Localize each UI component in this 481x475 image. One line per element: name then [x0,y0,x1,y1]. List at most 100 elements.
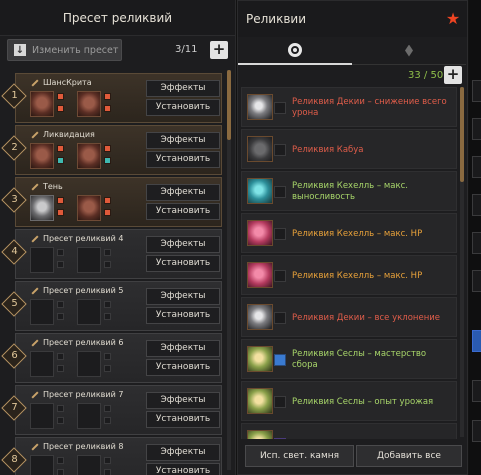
relic-slot[interactable] [30,247,54,273]
relic-list-item[interactable]: Реликвия Декии – все уклонение [241,297,457,337]
relic-slot[interactable] [30,195,54,221]
gem-slot[interactable] [104,197,111,204]
use-light-stone-button[interactable]: Исп. свет. камня [245,445,354,467]
relic-name: Реликвия Сеслы – опыт урожая [292,396,434,407]
gem-slot[interactable] [104,209,111,216]
install-button[interactable]: Установить [146,203,220,220]
preset-name[interactable]: Пресет реликвий 4 [31,234,123,243]
preset-number: 5 [11,298,18,309]
gem-slot[interactable] [104,145,111,152]
relic-slot[interactable] [77,351,101,377]
relic-list-item[interactable]: Реликвия Сеслы – мастерство сбора [241,339,457,379]
relic-slot[interactable] [77,403,101,429]
gem-slot[interactable] [57,145,64,152]
relic-list-item[interactable]: Реликвия Сеслы – опыт урожая [241,381,457,421]
gem-slot[interactable] [57,457,64,464]
add-relic-button[interactable]: + [444,66,462,84]
install-button[interactable]: Установить [146,307,220,324]
relic-slot[interactable] [77,299,101,325]
gem-slot[interactable] [104,457,111,464]
gem-slot[interactable] [57,105,64,112]
preset-name[interactable]: Пресет реликвий 8 [31,442,123,451]
edit-preset-button[interactable]: ↓ Изменить пресет [7,39,122,61]
relic-slot[interactable] [77,195,101,221]
add-all-button[interactable]: Добавить все [356,445,462,467]
gem-slot[interactable] [57,313,64,320]
gem-slot[interactable] [104,261,111,268]
preset-name[interactable]: Пресет реликвий 7 [31,390,123,399]
gem-slot[interactable] [104,353,111,360]
gem-slot[interactable] [104,249,111,256]
relic-slot[interactable] [30,455,54,475]
install-button[interactable]: Установить [146,411,220,428]
relic-slot[interactable] [30,403,54,429]
gem-slot[interactable] [57,301,64,308]
gem-slot[interactable] [104,365,111,372]
gem-slot[interactable] [57,261,64,268]
gem-slot[interactable] [104,105,111,112]
gem-slot[interactable] [57,469,64,475]
preset-name[interactable]: Тень [31,182,63,191]
relic-slot[interactable] [30,91,54,117]
relic-slot[interactable] [77,247,101,273]
star-icon[interactable]: ★ [445,11,461,27]
scrollbar-thumb[interactable] [460,87,464,182]
relic-slot[interactable] [77,91,101,117]
relic-slot[interactable] [30,299,54,325]
preset-name[interactable]: Пресет реликвий 5 [31,286,123,295]
effects-button[interactable]: Эффекты [146,444,220,461]
preset-name[interactable]: Пресет реликвий 6 [31,338,123,347]
relic-slot[interactable] [77,143,101,169]
relic-socket [274,102,286,114]
pencil-icon [31,234,39,243]
relic-slot[interactable] [30,351,54,377]
preset-name[interactable]: Ликвидация [31,130,95,139]
gem-slot[interactable] [104,417,111,424]
install-button[interactable]: Установить [146,359,220,376]
effects-button[interactable]: Эффекты [146,80,220,97]
effects-button[interactable]: Эффекты [146,288,220,305]
add-preset-button[interactable]: + [210,41,228,59]
relic-slot[interactable] [30,143,54,169]
relic-icon [247,136,273,162]
effects-button[interactable]: Эффекты [146,132,220,149]
relic-list-item[interactable]: Реликвия Кехелль – макс. выносливость [241,171,457,211]
relic-list-item[interactable]: Реликвия Кабуа [241,129,457,169]
preset-name[interactable]: ШансКрита [31,78,92,87]
gem-slot[interactable] [57,365,64,372]
gem-slot[interactable] [57,197,64,204]
gem-slot[interactable] [104,93,111,100]
preset-scrollbar[interactable] [227,70,231,470]
relic-list-item[interactable]: Реликвия Кехелль – макс. HP [241,255,457,295]
gem-slot[interactable] [57,417,64,424]
gem-slot[interactable] [104,405,111,412]
gem-slot[interactable] [104,157,111,164]
relic-list-item[interactable]: Реликвия Сеслы – опыт торговли [241,423,457,439]
effects-button[interactable]: Эффекты [146,392,220,409]
gem-slot[interactable] [57,353,64,360]
gem-slot[interactable] [104,469,111,475]
relic-list-item[interactable]: Реликвия Декии – снижение всего урона [241,87,457,127]
install-button[interactable]: Установить [146,255,220,272]
gem-slot[interactable] [57,93,64,100]
tab-relics[interactable] [238,37,352,65]
scrollbar-thumb[interactable] [227,70,231,140]
install-button[interactable]: Установить [146,463,220,475]
gem-slot[interactable] [104,301,111,308]
install-button[interactable]: Установить [146,151,220,168]
preset-card: 2 Ликвидация Эффекты Установить [1,125,222,175]
install-button[interactable]: Установить [146,99,220,116]
effects-button[interactable]: Эффекты [146,184,220,201]
gem-slot[interactable] [57,209,64,216]
gem-slot[interactable] [104,313,111,320]
edge-slot [472,118,481,140]
relic-scrollbar[interactable] [460,87,464,437]
relic-slot[interactable] [77,455,101,475]
effects-button[interactable]: Эффекты [146,340,220,357]
relic-list-item[interactable]: Реликвия Кехелль – макс. HP [241,213,457,253]
gem-slot[interactable] [57,249,64,256]
tab-crystals[interactable] [352,37,466,65]
gem-slot[interactable] [57,405,64,412]
gem-slot[interactable] [57,157,64,164]
effects-button[interactable]: Эффекты [146,236,220,253]
